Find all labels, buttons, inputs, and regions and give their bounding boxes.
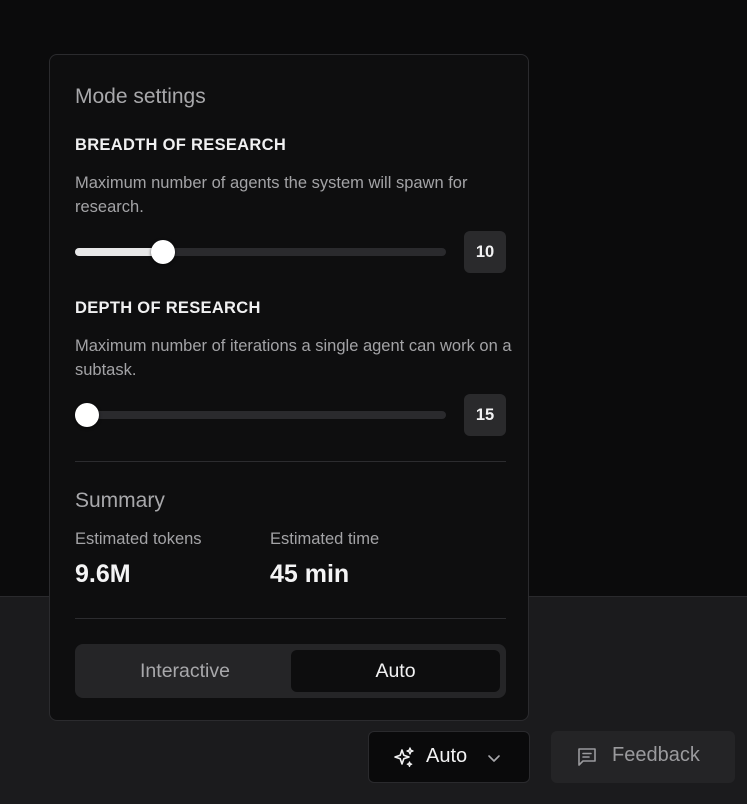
breadth-heading: BREADTH OF RESEARCH	[75, 136, 287, 154]
mode-settings-panel: Mode settings BREADTH OF RESEARCH Maximu…	[49, 54, 529, 721]
mode-toggle: Interactive Auto	[75, 644, 506, 698]
estimated-tokens-value: 9.6M	[75, 560, 131, 588]
chevron-down-icon	[488, 755, 500, 762]
breadth-slider-fill	[75, 248, 164, 256]
depth-heading: DEPTH OF RESEARCH	[75, 299, 261, 317]
app-root: Mode settings BREADTH OF RESEARCH Maximu…	[0, 0, 747, 804]
estimated-time-label: Estimated time	[270, 530, 380, 548]
mode-selector-label: Auto	[426, 745, 468, 767]
depth-description: Maximum number of iterations a single ag…	[75, 337, 512, 379]
mode-selector-button[interactable]: Auto	[368, 731, 530, 783]
estimated-time-value: 45 min	[270, 560, 350, 588]
breadth-value: 10	[464, 231, 506, 273]
summary-title: Summary	[75, 489, 165, 512]
feedback-button[interactable]: Feedback	[551, 731, 735, 783]
mode-option-interactive[interactable]: Interactive	[81, 650, 289, 692]
feedback-label: Feedback	[612, 744, 700, 766]
breadth-slider-thumb[interactable]	[151, 240, 176, 264]
panel-title: Mode settings	[75, 85, 206, 108]
depth-slider[interactable]	[75, 403, 446, 427]
message-square-icon	[578, 748, 596, 766]
breadth-description: Maximum number of agents the system will…	[75, 174, 468, 216]
depth-slider-track[interactable]	[75, 411, 446, 419]
divider	[75, 461, 506, 462]
divider	[75, 618, 506, 619]
mode-option-auto[interactable]: Auto	[291, 650, 500, 692]
depth-slider-thumb[interactable]	[75, 403, 99, 427]
breadth-slider[interactable]	[75, 240, 446, 264]
sparkle-icon	[394, 747, 414, 768]
estimated-tokens-label: Estimated tokens	[75, 530, 202, 548]
depth-value: 15	[464, 394, 506, 436]
